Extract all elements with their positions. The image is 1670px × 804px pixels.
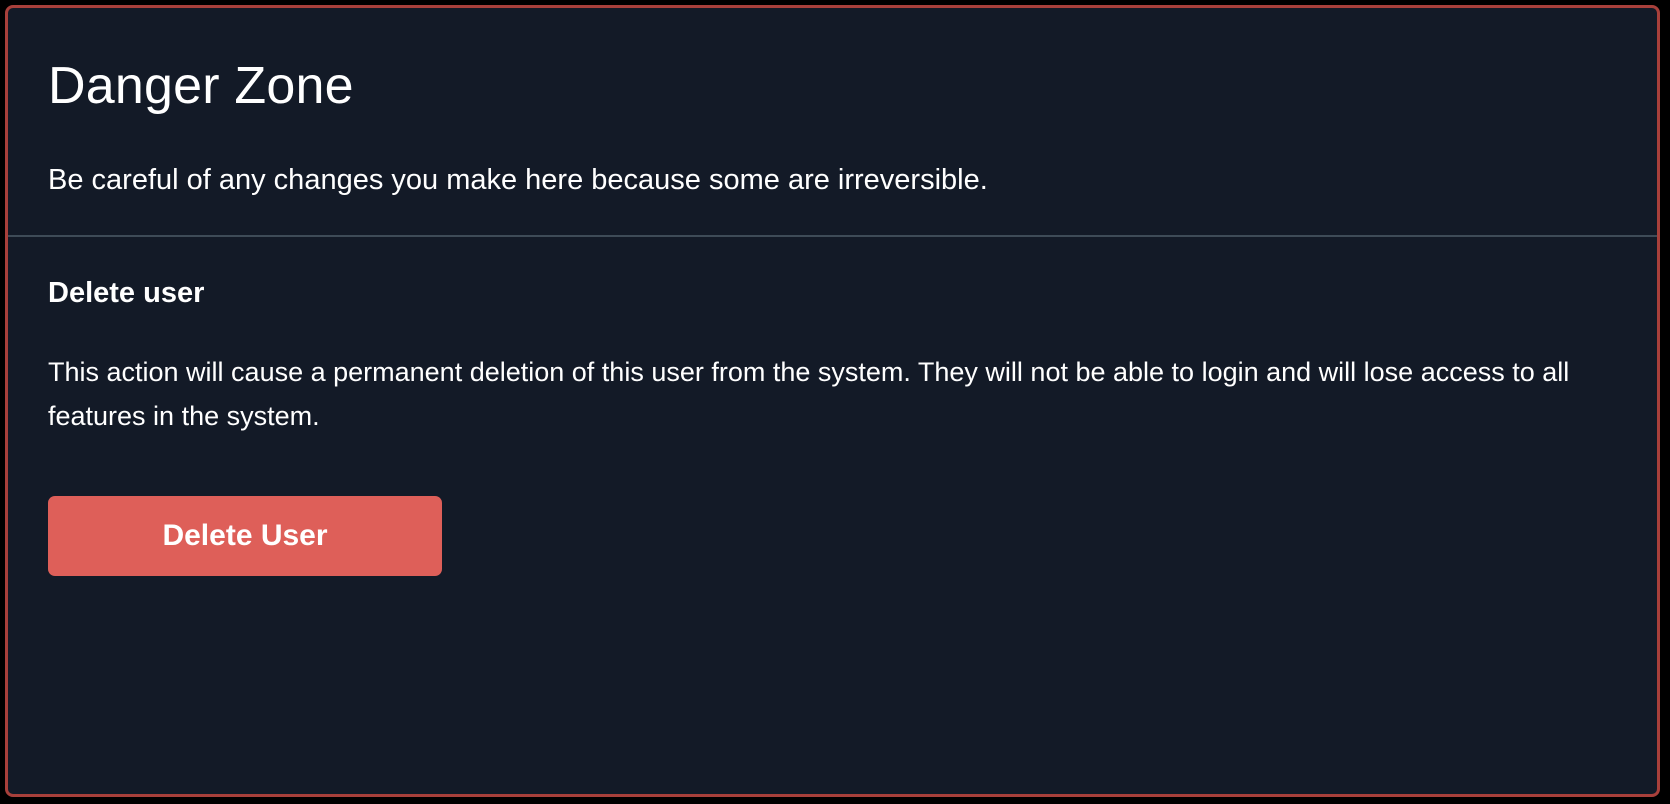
delete-user-title: Delete user xyxy=(48,277,205,309)
delete-user-button[interactable]: Delete User xyxy=(48,496,442,576)
danger-zone-subtitle: Be careful of any changes you make here … xyxy=(48,164,988,196)
delete-user-description: This action will cause a permanent delet… xyxy=(48,357,1570,431)
delete-user-section: Delete user This action will cause a per… xyxy=(8,237,1657,576)
danger-zone-header: Danger Zone Be careful of any changes yo… xyxy=(8,8,1657,235)
danger-zone-title: Danger Zone xyxy=(48,57,354,115)
danger-zone-panel: Danger Zone Be careful of any changes yo… xyxy=(5,5,1660,797)
